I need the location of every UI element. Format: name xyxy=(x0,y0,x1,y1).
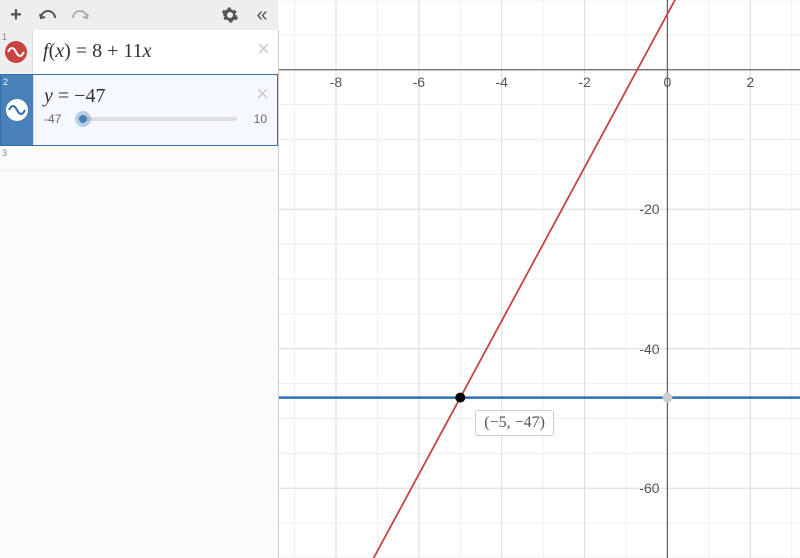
x-tick-label: 0 xyxy=(664,74,672,90)
redo-icon xyxy=(71,8,89,22)
y-tick-label: -60 xyxy=(639,480,659,496)
collapse-panel-button[interactable]: « xyxy=(250,3,274,27)
gear-icon xyxy=(221,6,239,24)
graph-area[interactable]: -8-6-4-202-20-40-60 (−5, −47) xyxy=(278,0,800,558)
row-index: 3 xyxy=(2,148,7,158)
x-tick-label: -4 xyxy=(495,74,507,90)
point-label: (−5, −47) xyxy=(475,410,554,436)
expression-list: 1 f(x) = 8 + 11x × 2 y = −47 -47 xyxy=(0,30,279,558)
undo-icon xyxy=(39,8,57,22)
add-expression-button[interactable]: + xyxy=(4,3,28,27)
x-tick-label: -2 xyxy=(578,74,590,90)
graph-canvas xyxy=(278,0,800,558)
slider-thumb[interactable] xyxy=(79,115,87,123)
x-tick-label: 2 xyxy=(746,74,754,90)
expression-row-empty[interactable]: 3 xyxy=(0,146,278,171)
variable-slider[interactable]: -47 10 xyxy=(34,110,277,136)
expression-input[interactable]: f(x) = 8 + 11x xyxy=(33,30,278,71)
slider-max[interactable]: 10 xyxy=(243,112,267,126)
slider-min[interactable]: -47 xyxy=(44,112,72,126)
y-tick-label: -20 xyxy=(639,201,659,217)
top-toolbar: + « xyxy=(0,0,278,31)
undo-button[interactable] xyxy=(36,3,60,27)
redo-button[interactable] xyxy=(68,3,92,27)
wave-icon xyxy=(6,99,28,121)
row-index: 1 xyxy=(2,32,7,42)
wave-icon xyxy=(5,41,27,63)
x-tick-label: -6 xyxy=(413,74,425,90)
close-icon[interactable]: × xyxy=(257,36,270,62)
y-tick-label: -40 xyxy=(639,341,659,357)
settings-button[interactable] xyxy=(218,3,242,27)
x-tick-label: -8 xyxy=(330,74,342,90)
row-index: 2 xyxy=(3,77,8,87)
expression-input[interactable]: y = −47 xyxy=(34,75,277,110)
slider-track[interactable] xyxy=(78,117,237,121)
close-icon[interactable]: × xyxy=(256,81,269,107)
expression-row[interactable]: 2 y = −47 -47 10 × xyxy=(0,74,278,146)
expression-row[interactable]: 1 f(x) = 8 + 11x × xyxy=(0,30,278,75)
